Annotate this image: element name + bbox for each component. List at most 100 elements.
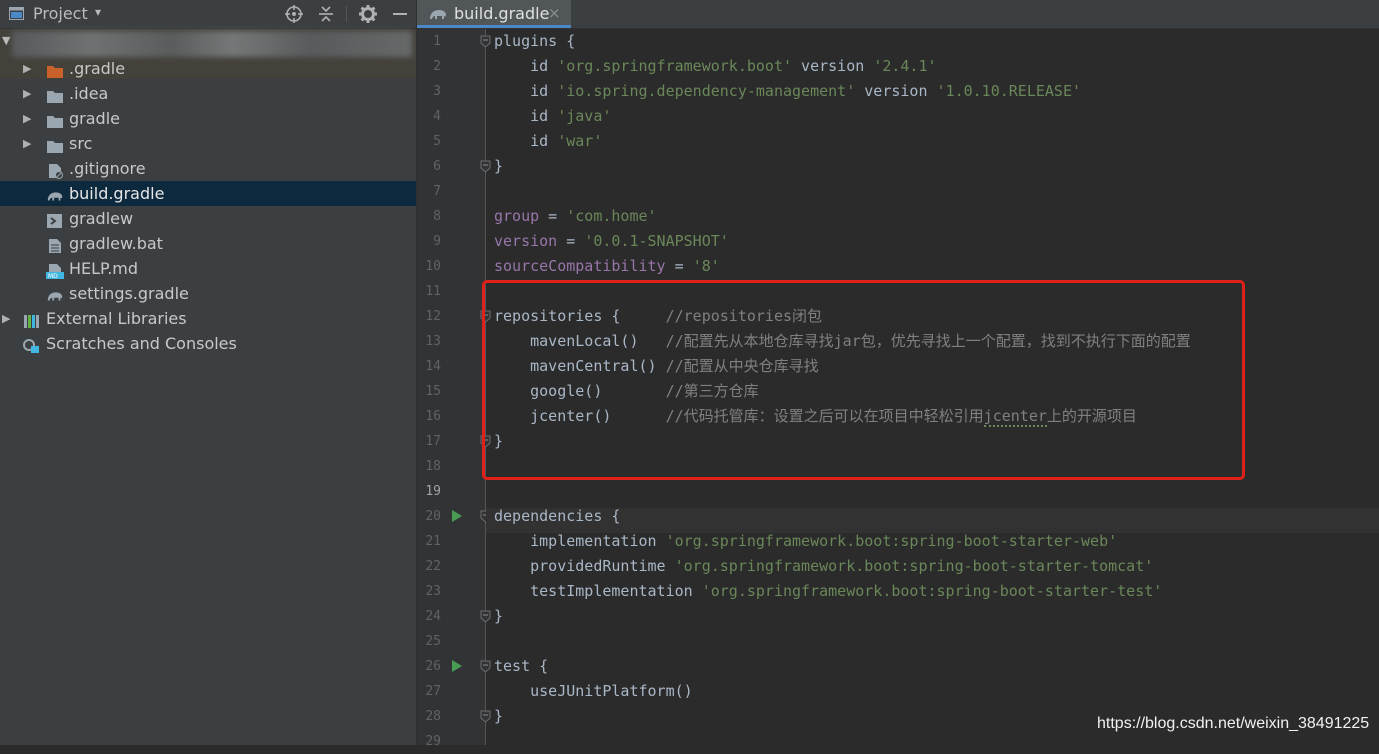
line-number: 17 — [425, 434, 441, 449]
code-line[interactable]: dependencies { — [494, 504, 620, 529]
line-number: 28 — [425, 709, 441, 724]
code-line[interactable]: sourceCompatibility = '8' — [494, 254, 720, 279]
tree-item[interactable]: settings.gradle — [0, 281, 416, 306]
tree-item[interactable]: MD HELP.md — [0, 256, 416, 281]
expand-arrow-icon[interactable]: ▶ — [2, 306, 10, 331]
project-view-selector[interactable]: Project — [33, 4, 88, 23]
line-number: 12 — [425, 309, 441, 324]
line-number: 22 — [425, 559, 441, 574]
tree-item[interactable]: build.gradle — [0, 181, 416, 206]
code-line[interactable]: useJUnitPlatform() — [494, 679, 693, 704]
header-separator — [346, 6, 347, 22]
scratches-icon — [23, 336, 41, 353]
library-icon — [23, 311, 41, 328]
code-line[interactable]: } — [494, 704, 503, 729]
line-number: 20 — [425, 509, 441, 524]
run-gutter-icon[interactable] — [452, 660, 462, 672]
obscured-project-name — [12, 31, 412, 57]
code-line[interactable]: providedRuntime 'org.springframework.boo… — [494, 554, 1153, 579]
line-number: 7 — [433, 184, 441, 199]
line-number: 18 — [425, 459, 441, 474]
tree-item[interactable]: gradlew — [0, 206, 416, 231]
tree-item[interactable]: ▶ .idea — [0, 81, 416, 106]
tree-item[interactable]: .gitignore — [0, 156, 416, 181]
line-number: 29 — [425, 734, 441, 749]
tree-item[interactable]: gradlew.bat — [0, 231, 416, 256]
folder-icon — [46, 136, 64, 153]
watermark: https://blog.csdn.net/weixin_38491225 — [1097, 715, 1370, 732]
gradle-elephant-icon — [46, 186, 64, 202]
line-number: 26 — [425, 659, 441, 674]
line-number: 3 — [433, 84, 441, 99]
locate-icon[interactable] — [284, 4, 304, 24]
svg-text:MD: MD — [48, 273, 58, 279]
text-file-icon — [46, 236, 64, 253]
line-number: 16 — [425, 409, 441, 424]
line-number: 24 — [425, 609, 441, 624]
code-line[interactable]: implementation 'org.springframework.boot… — [494, 529, 1117, 554]
tab-label: build.gradle — [454, 4, 550, 23]
line-number: 25 — [425, 634, 441, 649]
line-number: 10 — [425, 259, 441, 274]
gradle-elephant-icon — [430, 10, 446, 19]
code-line[interactable]: } — [494, 604, 503, 629]
line-number: 21 — [425, 534, 441, 549]
close-icon[interactable]: × — [548, 4, 561, 22]
tab-build-gradle[interactable]: build.gradle × — [417, 0, 571, 28]
expand-arrow-icon[interactable]: ▶ — [23, 56, 31, 81]
tree-item[interactable]: ▶ External Libraries — [0, 306, 416, 331]
tree-item-label: build.gradle — [69, 184, 165, 203]
line-number: 4 — [433, 109, 441, 124]
line-number: 2 — [433, 59, 441, 74]
code-line[interactable]: test { — [494, 654, 548, 679]
expand-arrow-icon[interactable]: ▶ — [23, 131, 31, 156]
tree-item-label: Scratches and Consoles — [46, 334, 237, 353]
line-number: 15 — [425, 384, 441, 399]
code-line[interactable]: id 'io.spring.dependency-management' ver… — [494, 79, 1081, 104]
line-number: 1 — [433, 34, 441, 49]
code-line[interactable]: plugins { — [494, 29, 575, 54]
project-tool-window: Project ▾ ▼ ▶ .gradle ▶ .idea ▶ gradle ▶… — [0, 0, 416, 745]
gradle-elephant-icon — [46, 286, 64, 302]
expand-arrow-icon[interactable]: ▶ — [23, 106, 31, 131]
tree-item[interactable]: Scratches and Consoles — [0, 331, 416, 356]
tree-item-label: .gradle — [69, 59, 126, 78]
tree-item-label: gradle — [69, 109, 120, 128]
line-number: 19 — [425, 484, 441, 499]
editor-tab-bar: build.gradle × — [417, 0, 1379, 29]
tree-item-label: .gitignore — [69, 159, 146, 178]
code-line[interactable]: id 'war' — [494, 129, 602, 154]
gear-icon[interactable] — [358, 4, 378, 24]
project-panel-header: Project ▾ — [0, 0, 416, 29]
code-line[interactable]: } — [494, 154, 503, 179]
chevron-down-icon[interactable]: ▾ — [95, 5, 101, 19]
line-number: 11 — [425, 284, 441, 299]
code-line[interactable]: testImplementation 'org.springframework.… — [494, 579, 1162, 604]
hide-icon[interactable] — [390, 4, 410, 24]
line-number-gutter: 1 2 3 4 5 6 7 8 9 10 11 12 13 14 15 16 17 18 19 20 21 22 23 24 2… — [417, 29, 491, 749]
line-number: 13 — [425, 334, 441, 349]
expanded-arrow-icon[interactable]: ▼ — [2, 34, 10, 47]
tree-item[interactable]: ▶ .gradle — [0, 56, 416, 81]
tree-item[interactable]: ▶ gradle — [0, 106, 416, 131]
folder-orange-icon — [46, 61, 64, 78]
gitignore-file-icon — [46, 161, 64, 179]
project-window-icon — [9, 7, 24, 20]
tree-item[interactable]: ▶ src — [0, 131, 416, 156]
code-line[interactable]: group = 'com.home' — [494, 204, 657, 229]
line-number: 27 — [425, 684, 441, 699]
code-line[interactable]: version = '0.0.1-SNAPSHOT' — [494, 229, 729, 254]
tree-item-label: .idea — [69, 84, 109, 103]
collapse-all-icon[interactable] — [316, 4, 336, 24]
code-line[interactable]: id 'org.springframework.boot' version '2… — [494, 54, 936, 79]
line-number: 6 — [433, 159, 441, 174]
tree-item-label: settings.gradle — [69, 284, 189, 303]
expand-arrow-icon[interactable]: ▶ — [23, 81, 31, 106]
annotation-highlight-box — [482, 280, 1245, 480]
tree-item-label: gradlew.bat — [69, 234, 163, 253]
line-number: 14 — [425, 359, 441, 374]
tree-item-label: src — [69, 134, 93, 153]
run-gutter-icon[interactable] — [452, 510, 462, 522]
terminal-file-icon — [46, 211, 64, 228]
code-line[interactable]: id 'java' — [494, 104, 611, 129]
